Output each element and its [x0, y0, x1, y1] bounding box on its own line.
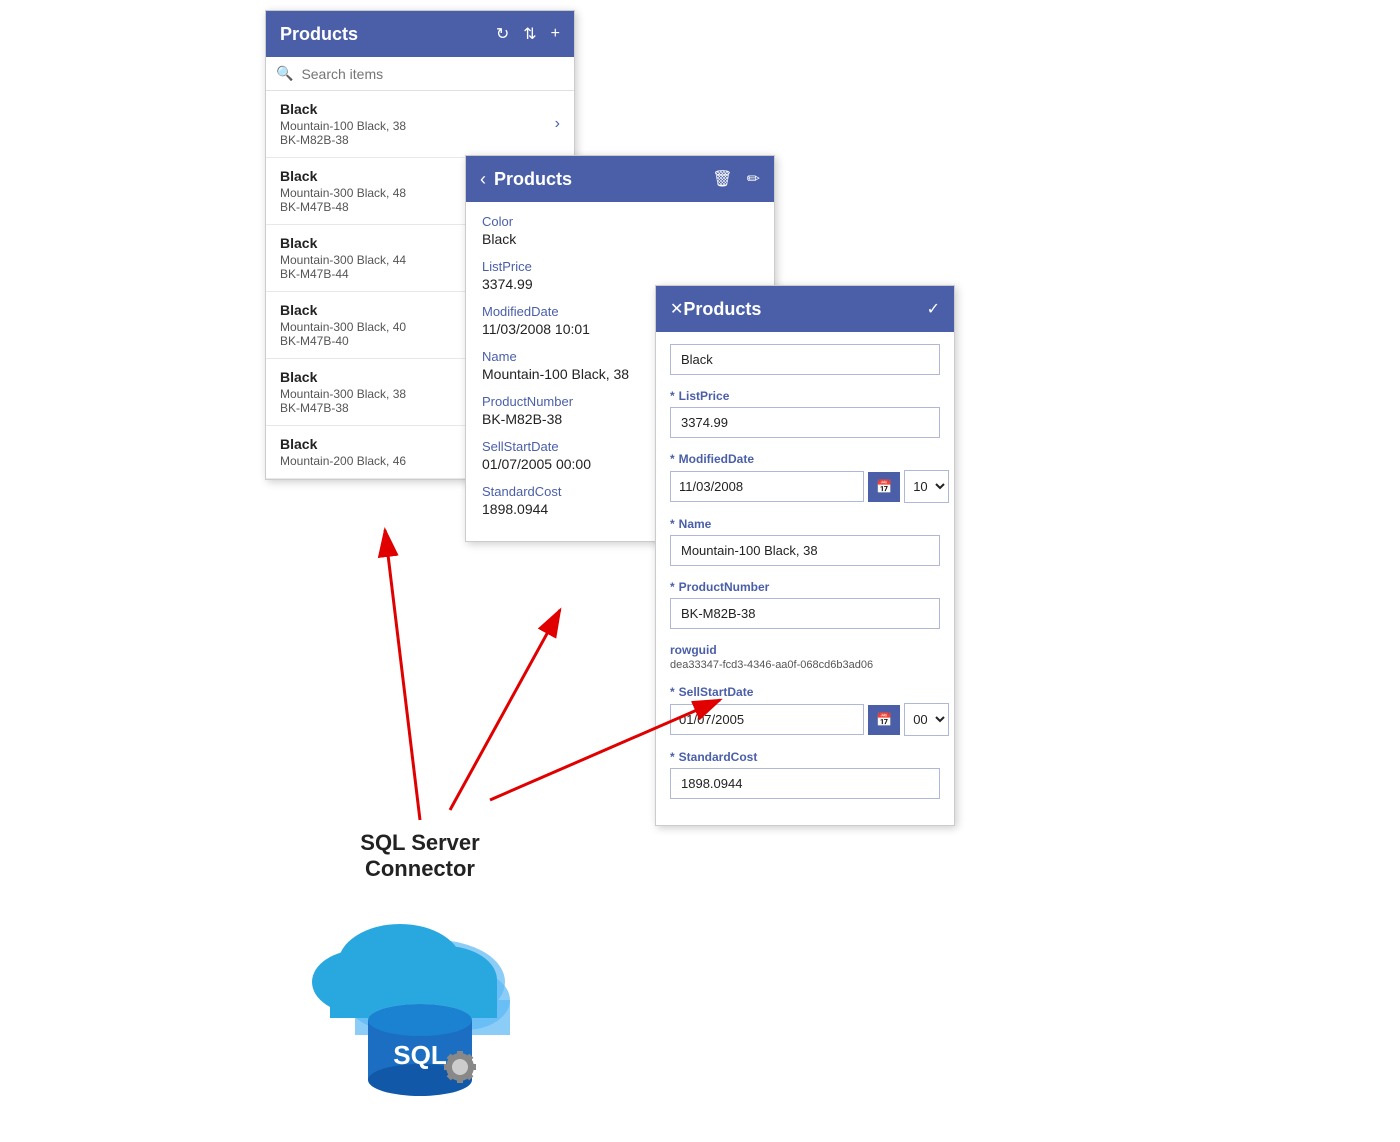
list-item-sub2: BK-M82B-38: [280, 133, 555, 147]
edit-field-sellstartdate: * SellStartDate 📅 00 : 00: [670, 685, 940, 736]
required-star: *: [670, 580, 675, 594]
color-input[interactable]: [670, 344, 940, 375]
edit-body: * ListPrice * ModifiedDate 📅 10 : 01: [656, 332, 954, 825]
delete-icon[interactable]: 🗑: [712, 169, 732, 189]
search-icon: 🔍: [276, 65, 293, 82]
sellstartdate-row: 📅 00 : 00: [670, 703, 940, 736]
chevron-right-icon: ›: [555, 115, 560, 133]
modifieddate-calendar-button[interactable]: 📅: [868, 472, 900, 502]
listprice-label-text: ListPrice: [679, 389, 730, 403]
required-star: *: [670, 750, 675, 764]
standardcost-input[interactable]: [670, 768, 940, 799]
modifieddate-row: 📅 10 : 01: [670, 470, 940, 503]
back-button[interactable]: ‹: [480, 169, 486, 190]
panel-edit: ✕ Products ✓ * ListPrice * ModifiedDate …: [655, 285, 955, 826]
detail-field-color: Color Black: [482, 214, 758, 247]
detail-label-listprice: ListPrice: [482, 259, 758, 274]
modifieddate-date-input[interactable]: [670, 471, 864, 502]
name-input[interactable]: [670, 535, 940, 566]
add-icon[interactable]: +: [551, 25, 560, 43]
time-colon: :: [953, 479, 954, 495]
edit-field-color: [670, 344, 940, 375]
confirm-icon[interactable]: ✓: [927, 299, 940, 319]
sql-label-line2: Connector: [365, 856, 475, 881]
edit-field-productnumber: * ProductNumber: [670, 580, 940, 629]
required-star: *: [670, 389, 675, 403]
productnumber-input[interactable]: [670, 598, 940, 629]
edit-field-standardcost: * StandardCost: [670, 750, 940, 799]
list-header-icons: ↻ ⇅ +: [496, 24, 560, 44]
edit-field-name: * Name: [670, 517, 940, 566]
edit-panel-title: Products: [683, 299, 926, 320]
standardcost-label: * StandardCost: [670, 750, 940, 764]
detail-value-color: Black: [482, 231, 758, 247]
sql-connector-label: SQL Server Connector: [360, 830, 479, 882]
time-colon: :: [953, 712, 954, 728]
edit-field-modifieddate: * ModifiedDate 📅 10 : 01: [670, 452, 940, 503]
modifieddate-hour-select[interactable]: 10: [904, 470, 949, 503]
name-label-text: Name: [679, 517, 712, 531]
list-item-content: Black Mountain-100 Black, 38 BK-M82B-38: [280, 101, 555, 147]
name-label: * Name: [670, 517, 940, 531]
productnumber-label-text: ProductNumber: [679, 580, 770, 594]
rowguid-value: dea33347-fcd3-4346-aa0f-068cd6b3ad06: [670, 659, 940, 671]
detail-header-icons: 🗑 ✏: [712, 169, 760, 189]
sql-label-line1: SQL Server: [360, 830, 479, 855]
sellstartdate-calendar-button[interactable]: 📅: [868, 705, 900, 735]
list-item-title: Black: [280, 101, 555, 117]
required-star: *: [670, 685, 675, 699]
list-panel-title: Products: [280, 24, 496, 45]
required-star: *: [670, 452, 675, 466]
listprice-input[interactable]: [670, 407, 940, 438]
detail-panel-title: Products: [494, 169, 712, 190]
modifieddate-label: * ModifiedDate: [670, 452, 940, 466]
search-bar: 🔍: [266, 57, 574, 91]
svg-text:SQL: SQL: [393, 1040, 447, 1070]
edit-panel-header: ✕ Products ✓: [656, 286, 954, 332]
list-item[interactable]: Black Mountain-100 Black, 38 BK-M82B-38 …: [266, 91, 574, 158]
productnumber-label: * ProductNumber: [670, 580, 940, 594]
sellstartdate-hour-select[interactable]: 00: [904, 703, 949, 736]
search-input[interactable]: [301, 66, 564, 82]
rowguid-label: rowguid: [670, 643, 940, 657]
list-item-sub1: Mountain-100 Black, 38: [280, 119, 555, 133]
edit-field-rowguid: rowguid dea33347-fcd3-4346-aa0f-068cd6b3…: [670, 643, 940, 671]
sellstartdate-label: * SellStartDate: [670, 685, 940, 699]
listprice-label: * ListPrice: [670, 389, 940, 403]
sql-section: SQL Server Connector SQL: [230, 830, 610, 1102]
sql-cloud-svg: SQL: [280, 892, 560, 1102]
edit-field-listprice: * ListPrice: [670, 389, 940, 438]
edit-icon[interactable]: ✏: [747, 169, 760, 189]
detail-panel-header: ‹ Products 🗑 ✏: [466, 156, 774, 202]
modifieddate-label-text: ModifiedDate: [679, 452, 754, 466]
sort-icon[interactable]: ⇅: [523, 24, 536, 44]
detail-label-color: Color: [482, 214, 758, 229]
list-panel-header: Products ↻ ⇅ +: [266, 11, 574, 57]
required-star: *: [670, 517, 675, 531]
standardcost-label-text: StandardCost: [679, 750, 758, 764]
sellstartdate-date-input[interactable]: [670, 704, 864, 735]
close-icon[interactable]: ✕: [670, 299, 683, 319]
sellstartdate-label-text: SellStartDate: [679, 685, 754, 699]
refresh-icon[interactable]: ↻: [496, 24, 509, 44]
